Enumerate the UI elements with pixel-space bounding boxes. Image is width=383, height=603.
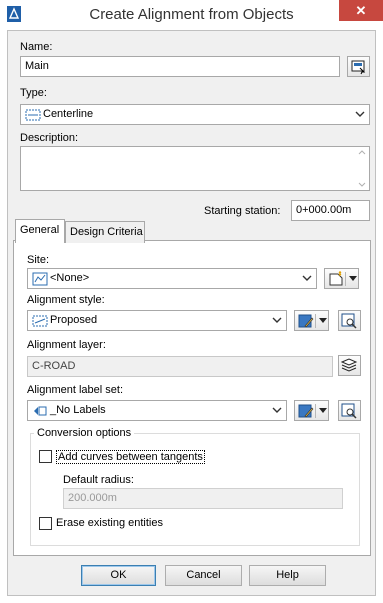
type-label: Type: <box>20 87 47 99</box>
chevron-down-icon <box>272 317 282 323</box>
erase-entities-checkbox[interactable] <box>39 517 52 530</box>
site-label: Site: <box>27 254 50 266</box>
label-set-icon <box>34 406 47 416</box>
chevron-down-icon <box>302 275 312 281</box>
erase-entities-label[interactable]: Erase existing entities <box>56 517 163 529</box>
edit-label-set-icon <box>298 404 314 418</box>
alignment-style-value: Proposed <box>50 314 98 326</box>
edit-label-set-button[interactable] <box>294 400 329 421</box>
edit-style-button[interactable] <box>294 310 329 331</box>
alignment-label-set-value: _No Labels <box>50 404 106 416</box>
layers-icon <box>340 358 358 372</box>
name-label: Name: <box>20 41 53 53</box>
starting-station-input[interactable]: 0+000.00m <box>291 200 370 221</box>
new-site-icon <box>329 271 343 286</box>
alignment-style-dropdown[interactable]: Proposed <box>27 310 287 331</box>
cancel-button[interactable]: Cancel <box>165 565 242 586</box>
ok-button[interactable]: OK <box>81 565 156 586</box>
preview-label-set-button[interactable] <box>338 400 361 421</box>
alignment-style-label: Alignment style: <box>27 294 105 306</box>
starting-station-label: Starting station: <box>204 205 281 217</box>
tab-general[interactable]: General <box>15 219 65 243</box>
alignment-label-set-label: Alignment label set: <box>27 384 123 396</box>
preview-icon <box>341 313 357 329</box>
type-value: Centerline <box>43 108 94 120</box>
add-curves-label[interactable]: Add curves between tangents <box>56 450 205 464</box>
conversion-options-title: Conversion options <box>34 427 135 439</box>
create-site-button[interactable] <box>324 268 359 289</box>
site-dropdown[interactable]: <None> <box>27 268 317 289</box>
close-button[interactable]: ✕ <box>339 0 383 21</box>
centerline-icon <box>25 109 41 121</box>
alignment-label-set-dropdown[interactable]: _No Labels <box>27 400 287 421</box>
name-template-button[interactable] <box>347 56 370 77</box>
alignment-layer-field: C-ROAD <box>27 356 333 377</box>
site-icon <box>32 272 48 286</box>
description-scrollbar[interactable] <box>355 147 369 190</box>
alignment-layer-label: Alignment layer: <box>27 339 106 351</box>
site-value: <None> <box>50 272 90 284</box>
window-title: Create Alignment from Objects <box>89 6 294 23</box>
chevron-down-icon <box>355 111 365 117</box>
dropdown-arrow-icon <box>349 276 357 281</box>
name-template-icon <box>351 60 366 75</box>
name-input[interactable]: Main <box>20 56 340 77</box>
add-curves-checkbox[interactable] <box>39 450 52 463</box>
default-radius-input: 200.000m <box>63 488 343 509</box>
dropdown-arrow-icon <box>319 318 327 323</box>
alignment-style-icon <box>32 315 48 327</box>
type-dropdown[interactable]: Centerline <box>20 104 370 125</box>
layer-button[interactable] <box>338 355 361 376</box>
dropdown-arrow-icon <box>319 408 327 413</box>
default-radius-label: Default radius: <box>63 474 134 486</box>
help-button[interactable]: Help <box>249 565 326 586</box>
description-label: Description: <box>20 132 79 144</box>
tab-design-criteria[interactable]: Design Criteria <box>65 221 145 243</box>
edit-style-icon <box>298 314 314 328</box>
chevron-down-icon <box>272 407 282 413</box>
preview-style-button[interactable] <box>338 310 361 331</box>
preview-icon <box>341 403 357 419</box>
description-input[interactable] <box>20 146 370 191</box>
